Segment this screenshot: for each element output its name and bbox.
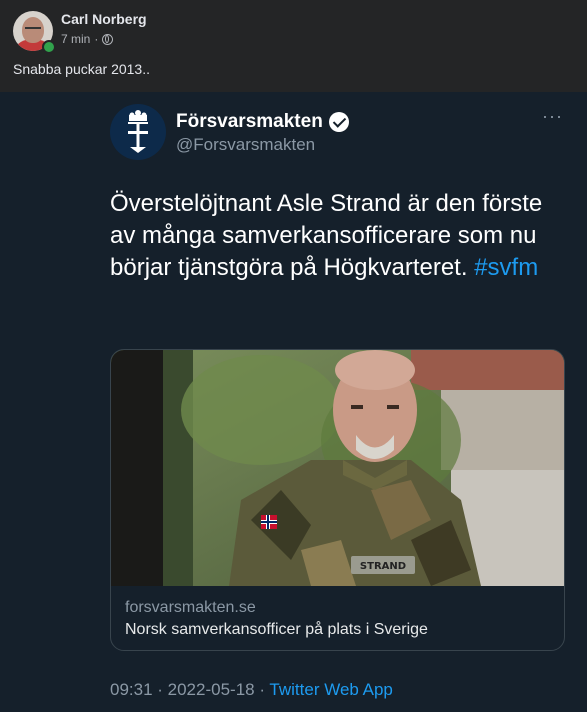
card-domain: forsvarsmakten.se [125,599,256,616]
embedded-tweet: Försvarsmakten @Forsvarsmakten ··· Övers… [0,92,587,712]
tweet-handle[interactable]: @Forsvarsmakten [176,135,315,155]
hashtag-link[interactable]: #svfm [474,254,538,281]
globe-icon [102,33,114,45]
verified-badge-icon [328,112,349,132]
post-meta: 7 min · [61,32,114,46]
tweet-text: Överstelöjtnant Asle Strand är den först… [110,188,550,284]
tweet-author-name[interactable]: Försvarsmakten [176,111,349,133]
facebook-post-header: Carl Norberg 7 min · Snabba puckar 2013.… [0,0,587,92]
tweet-name-text: Försvarsmakten [176,111,323,132]
link-card[interactable]: STRAND forsvarsmakten.se Norsk samverkan… [110,349,565,651]
meta-separator: · [94,32,99,46]
online-status-icon [42,40,56,54]
crown-emblem-icon [128,110,148,153]
soldier-photo: STRAND [111,350,564,586]
name-tag-text: STRAND [360,561,406,572]
card-title[interactable]: Norsk samverkansofficer på plats i Sveri… [125,621,428,639]
tweet-source-link[interactable]: Twitter Web App [269,680,392,699]
tweet-footer: 09:31 · 2022-05-18 · Twitter Web App [110,680,393,700]
tweet-timestamp[interactable]: 09:31 · 2022-05-18 · [110,680,269,699]
post-time[interactable]: 7 min [61,32,90,46]
card-image: STRAND [111,350,564,586]
post-text: Snabba puckar 2013.. [13,61,150,77]
author-name[interactable]: Carl Norberg [61,11,147,27]
more-options-icon[interactable]: ··· [542,106,563,127]
tweet-avatar[interactable] [110,104,166,160]
